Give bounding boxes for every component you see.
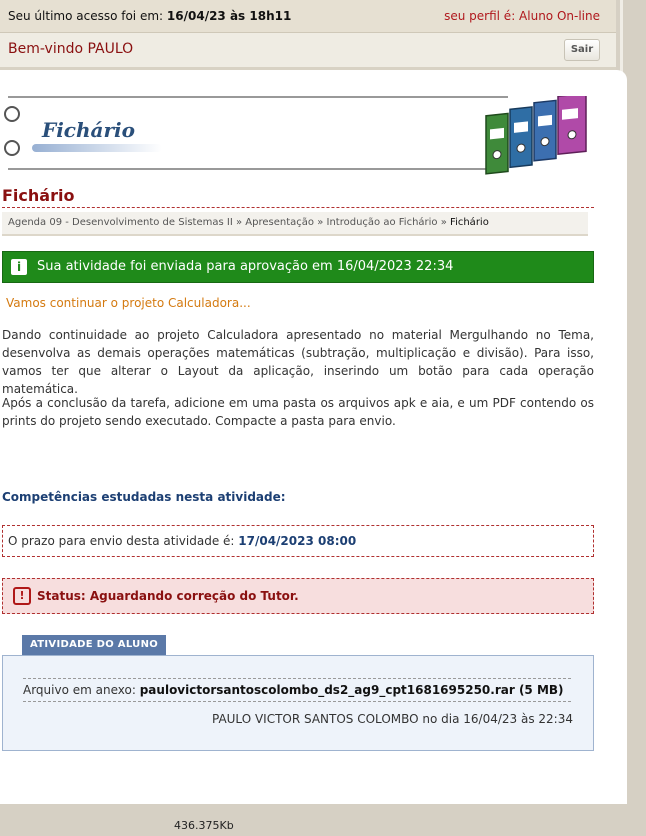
logout-button[interactable]: Sair: [564, 39, 600, 61]
success-alert: i Sua atividade foi enviada para aprovaç…: [2, 251, 594, 283]
last-access: Seu último acesso foi em: 16/04/23 às 18…: [8, 9, 291, 23]
activity-subtitle: Vamos continuar o projeto Calculadora...: [6, 296, 251, 310]
breadcrumb-separator: »: [235, 217, 243, 228]
breadcrumb-separator: »: [440, 217, 447, 228]
breadcrumb-item[interactable]: Introdução ao Fichário: [327, 217, 438, 228]
competencias-heading: Competências estudadas nesta atividade:: [2, 490, 286, 504]
breadcrumb-current: Fichário: [450, 217, 489, 228]
ring-icon: [4, 106, 20, 122]
status-alert: ! Status: Aguardando correção do Tutor.: [2, 578, 594, 614]
attachment-row: Arquivo em anexo: paulovictorsantoscolom…: [23, 678, 571, 702]
welcome-text: Bem-vindo PAULO: [8, 41, 134, 57]
deadline-value: 17/04/2023 08:00: [238, 534, 357, 548]
student-activity-tab: ATIVIDADE DO ALUNO: [22, 635, 167, 655]
last-access-value: 16/04/23 às 18h11: [166, 9, 292, 23]
alert-icon: !: [13, 587, 31, 605]
fichario-banner: Fichário: [2, 96, 594, 175]
student-activity-box: Arquivo em anexo: paulovictorsantoscolom…: [2, 655, 594, 751]
deadline-box: O prazo para envio desta atividade é: 17…: [2, 525, 594, 557]
breadcrumb: Agenda 09 - Desenvolvimento de Sistemas …: [2, 212, 588, 236]
ring-icon: [4, 140, 20, 156]
breadcrumb-separator: »: [317, 217, 324, 228]
page-title: Fichário: [2, 186, 594, 208]
description-paragraph: Após a conclusão da tarefa, adicione em …: [2, 396, 594, 428]
attachment-link[interactable]: paulovictorsantoscolombo_ds2_ag9_cpt1681…: [140, 683, 564, 697]
binders-icon: [485, 96, 587, 175]
last-access-label: Seu último acesso foi em:: [8, 9, 164, 23]
description-paragraph: Dando continuidade ao projeto Calculador…: [2, 328, 594, 396]
top-status-bar: Seu último acesso foi em: 16/04/23 às 18…: [0, 0, 616, 33]
profile-label: seu perfil é: Aluno On-line: [444, 9, 600, 23]
welcome-bar: Bem-vindo PAULO Sair: [0, 33, 616, 70]
breadcrumb-item[interactable]: Apresentação: [245, 217, 314, 228]
side-divider: [616, 0, 646, 75]
main-content: Fichário Fichário Agenda 09 - Desenvolvi…: [0, 70, 627, 804]
submitted-by: PAULO VICTOR SANTOS COLOMBO no dia 16/04…: [211, 712, 573, 726]
breadcrumb-item[interactable]: Agenda 09 - Desenvolvimento de Sistemas …: [8, 217, 233, 228]
status-text: Status: Aguardando correção do Tutor.: [37, 589, 299, 603]
page-size: 436.375Kb: [174, 819, 234, 832]
deadline-label: O prazo para envio desta atividade é:: [8, 534, 235, 548]
attachment-label: Arquivo em anexo:: [23, 683, 136, 697]
banner-swoosh: [32, 144, 162, 152]
info-icon: i: [11, 259, 27, 275]
success-text: Sua atividade foi enviada para aprovação…: [37, 259, 454, 274]
banner-title: Fichário: [42, 118, 135, 142]
